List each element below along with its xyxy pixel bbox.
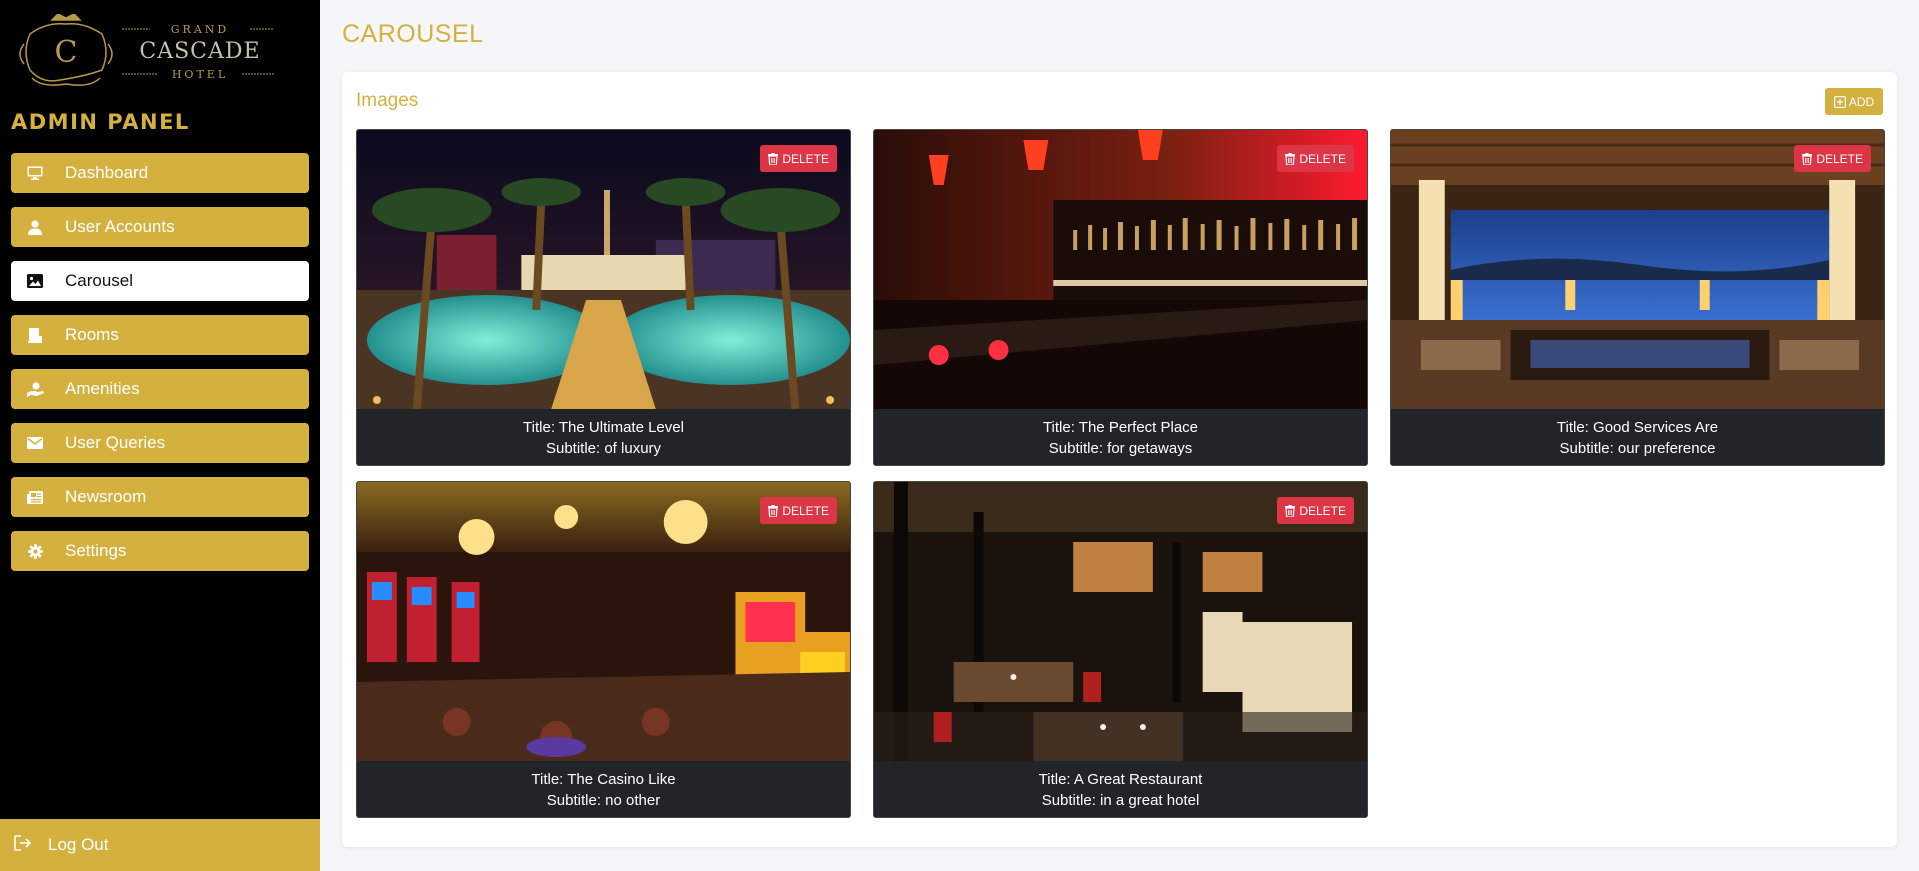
delete-label: DELETE [1299,503,1346,518]
sidebar-item-user-accounts[interactable]: User Accounts [11,207,309,247]
admin-panel-title: ADMIN PANEL [11,110,190,134]
card-title: Images [356,90,419,111]
user-icon [25,217,45,237]
trash-icon [1285,504,1296,517]
logo-line-3: HOTEL [172,68,228,81]
sidebar-item-newsroom[interactable]: Newsroom [11,477,309,517]
delete-button[interactable]: DELETE [1277,497,1354,524]
plus-square-icon [1833,95,1846,108]
logo-monogram: C [55,35,78,70]
page-title: CAROUSEL [342,20,484,48]
trash-icon [1802,152,1813,165]
trash-icon [768,152,779,165]
image-title: Title: The Perfect Place [1042,419,1199,436]
sidebar-item-label: Newsroom [65,487,147,506]
hotel-logo: C GRAND CASCADE HOTEL [19,14,274,86]
trash-icon [768,504,779,517]
image-subtitle: Subtitle: for getaways [1048,440,1193,457]
logout-label: Log Out [48,835,109,854]
logout-icon [14,834,32,856]
logo-line-2: CASCADE [139,39,260,64]
delete-label: DELETE [1816,151,1863,166]
add-button-label: ADD [1848,94,1875,109]
sidebar-item-carousel[interactable]: Carousel [11,261,309,301]
newspaper-icon [25,487,45,507]
trash-icon [1285,152,1296,165]
image-subtitle: Subtitle: of luxury [545,440,662,457]
add-image-button[interactable]: ADD [1825,88,1883,115]
image-title: Title: A Great Restaurant [1038,771,1203,788]
hotel-icon [25,325,45,345]
image-title: Title: The Ultimate Level [523,419,684,436]
sidebar-item-label: User Queries [65,433,166,452]
sidebar-item-dashboard[interactable]: Dashboard [11,153,309,193]
delete-label: DELETE [782,503,829,518]
sidebar-item-label: Amenities [65,379,140,398]
sidebar-nav: Dashboard User Accounts Carousel Rooms A… [11,153,309,585]
sidebar-item-amenities[interactable]: Amenities [11,369,309,409]
image-caption: Title: The Ultimate Level Subtitle: of l… [357,409,850,465]
image-subtitle: Subtitle: no other [546,792,661,809]
sidebar-item-label: Carousel [65,271,134,290]
envelope-icon [25,433,45,453]
image-icon [25,271,45,291]
sidebar: C GRAND CASCADE HOTEL ADMIN PANEL Dashbo… [0,0,320,871]
delete-button[interactable]: DELETE [760,145,837,172]
sidebar-item-label: Settings [65,541,127,560]
delete-button[interactable]: DELETE [760,497,837,524]
carousel-image-card: DELETE Title: The Ultimate Level Subtitl… [356,129,851,466]
image-subtitle: Subtitle: our preference [1559,440,1716,457]
sidebar-item-settings[interactable]: Settings [11,531,309,571]
image-title: Title: Good Services Are [1556,419,1719,436]
sidebar-item-user-queries[interactable]: User Queries [11,423,309,463]
logout-button[interactable]: Log Out [0,819,320,871]
monitor-icon [25,163,45,183]
hand-holding-icon [25,379,45,399]
sidebar-item-label: User Accounts [65,217,175,236]
image-caption: Title: A Great Restaurant Subtitle: in a… [874,761,1367,817]
image-caption: Title: The Casino Like Subtitle: no othe… [357,761,850,817]
delete-button[interactable]: DELETE [1794,145,1871,172]
logo-line-1: GRAND [171,23,229,36]
image-caption: Title: The Perfect Place Subtitle: for g… [874,409,1367,465]
delete-label: DELETE [1299,151,1346,166]
delete-label: DELETE [782,151,829,166]
image-caption: Title: Good Services Are Subtitle: our p… [1391,409,1884,465]
image-subtitle: Subtitle: in a great hotel [1041,792,1200,809]
carousel-image-card: DELETE Title: A Great Restaurant Subtitl… [873,481,1368,818]
delete-button[interactable]: DELETE [1277,145,1354,172]
sidebar-item-rooms[interactable]: Rooms [11,315,309,355]
gear-icon [25,541,45,561]
carousel-image-card: DELETE Title: The Casino Like Subtitle: … [356,481,851,818]
sidebar-item-label: Dashboard [65,163,149,182]
carousel-image-card: DELETE Title: Good Services Are Subtitle… [1390,129,1885,466]
image-title: Title: The Casino Like [531,771,676,788]
images-card: Images ADD DELETE Title: The Ultimate Le… [342,72,1897,847]
carousel-image-card: DELETE Title: The Perfect Place Subtitle… [873,129,1368,466]
sidebar-item-label: Rooms [65,325,119,344]
